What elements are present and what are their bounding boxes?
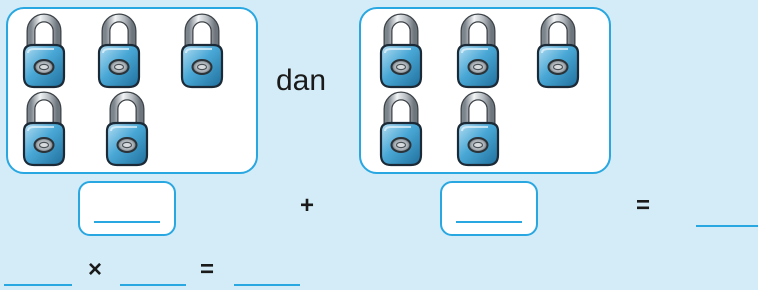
answer-blank [94, 221, 160, 223]
padlock-icon [454, 13, 502, 91]
answer-box-right[interactable] [440, 181, 538, 236]
sum-answer-blank[interactable] [696, 225, 758, 227]
padlock-icon [103, 91, 151, 169]
answer-box-left[interactable] [78, 181, 176, 236]
equals-sign-multiplication: = [200, 256, 215, 283]
padlock-icon [20, 91, 68, 169]
padlock-icon [534, 13, 582, 91]
plus-sign: + [300, 192, 315, 219]
lock-group-right [359, 7, 611, 174]
conjunction-label: dan [276, 64, 327, 97]
padlock-icon [20, 13, 68, 91]
padlock-icon [377, 91, 425, 169]
padlock-icon [178, 13, 226, 91]
padlock-icon [377, 13, 425, 91]
lock-group-left [6, 7, 258, 174]
factor-one-blank[interactable] [4, 284, 72, 286]
answer-blank [456, 221, 522, 223]
factor-two-blank[interactable] [120, 284, 186, 286]
times-sign: × [88, 256, 103, 283]
padlock-icon [454, 91, 502, 169]
padlock-icon [95, 13, 143, 91]
product-answer-blank[interactable] [234, 284, 300, 286]
equals-sign: = [636, 192, 651, 219]
